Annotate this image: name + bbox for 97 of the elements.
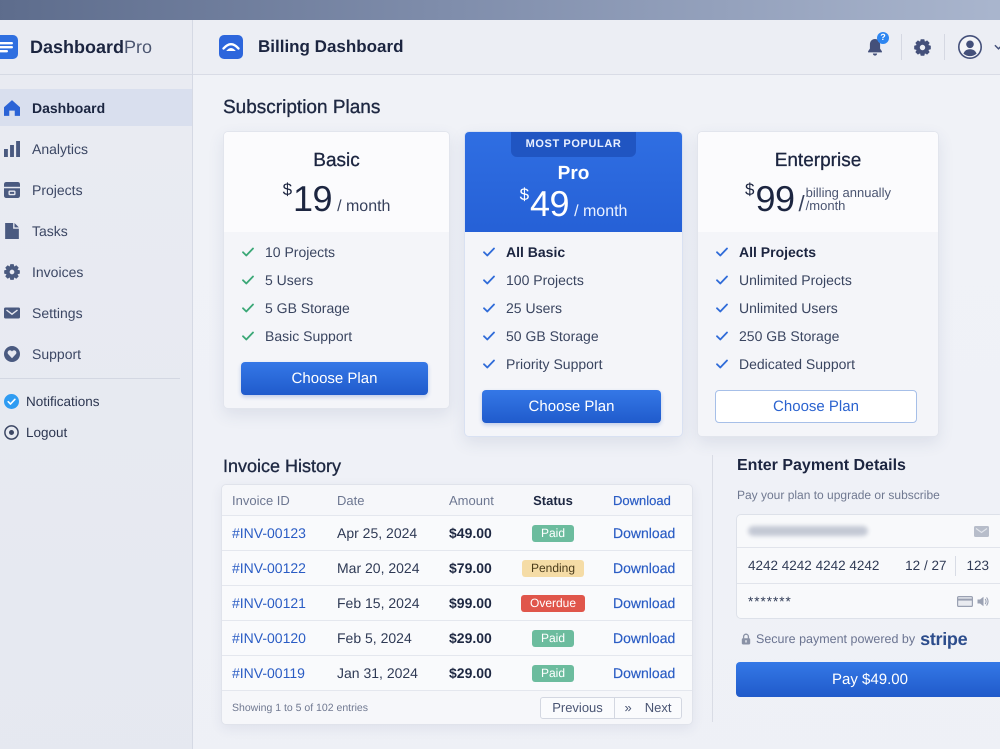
popular-tag: MOST POPULAR	[511, 132, 636, 157]
gear-icon	[4, 264, 20, 280]
nav-item[interactable]: Invoices	[0, 253, 192, 290]
app-logo-icon	[0, 35, 18, 59]
nav-item[interactable]: Analytics	[0, 130, 192, 167]
envelope-icon	[974, 526, 989, 536]
plan-price: $19/ month	[282, 181, 390, 217]
payment-brand-logo: stripe	[920, 628, 968, 650]
column-header: Amount	[449, 492, 494, 508]
cvc-field[interactable]: 123	[966, 558, 989, 573]
entries-summary: Showing 1 to 5 of 102 entries	[232, 702, 368, 714]
plan-name: Basic	[313, 150, 360, 172]
invoice-link[interactable]: #INV-00119	[232, 665, 305, 681]
column-header: Download	[613, 492, 671, 508]
notification-badge: ?	[877, 32, 889, 44]
bar-chart-icon	[4, 140, 20, 156]
download-link[interactable]: Download	[613, 525, 676, 541]
download-link[interactable]: Download	[613, 595, 676, 611]
pay-button[interactable]: Pay $49.00	[736, 662, 1000, 697]
heart-circle-icon	[4, 346, 20, 362]
lock-icon	[741, 633, 751, 645]
section-title: Enter Payment Details	[736, 456, 907, 476]
choose-plan-button[interactable]: Choose Plan	[715, 390, 917, 423]
feature-text: 250 GB Storage	[739, 328, 840, 344]
nav-item[interactable]: Projects	[0, 171, 192, 208]
feature-text: Dedicated Support	[739, 356, 855, 372]
invoice-date: Feb 15, 2024	[337, 595, 420, 611]
status-badge: Overdue	[520, 594, 586, 612]
download-link[interactable]: Download	[613, 630, 676, 646]
next-button[interactable]: » Next	[615, 696, 682, 718]
invoice-amount: $99.00	[449, 595, 492, 611]
invoice-link[interactable]: #INV-00121	[232, 595, 306, 611]
feature-text: Unlimited Users	[739, 300, 838, 316]
check-circle-icon	[4, 394, 19, 408]
app-name: DashboardPro	[30, 36, 152, 58]
envelope-icon	[4, 304, 20, 320]
column-header: Status	[533, 492, 573, 508]
expiry-field[interactable]: 12 / 27	[905, 558, 946, 573]
nav-item[interactable]: Support	[0, 335, 192, 372]
circle-dot-icon	[4, 424, 19, 440]
sidebar-link[interactable]: Logout	[0, 419, 192, 445]
plan-price: $49/ month	[520, 186, 628, 222]
card-number-field[interactable]: 4242 4242 4242 4242	[748, 558, 880, 573]
download-link[interactable]: Download	[613, 560, 676, 576]
invoice-date: Jan 31, 2024	[337, 665, 418, 681]
password-field[interactable]: *******	[737, 584, 1000, 618]
feature-text: 5 GB Storage	[265, 300, 350, 316]
feature-text: All Projects	[739, 244, 816, 260]
speaker-icon	[977, 596, 989, 606]
avatar-icon[interactable]	[958, 35, 982, 59]
invoice-date: Apr 25, 2024	[337, 525, 418, 541]
invoice-date: Feb 5, 2024	[337, 630, 412, 646]
feature-text: 10 Projects	[265, 244, 336, 260]
nav-item[interactable]: Dashboard	[0, 89, 192, 126]
status-badge: Paid	[532, 524, 574, 542]
column-header: Invoice ID	[232, 492, 290, 508]
status-badge: Paid	[532, 630, 574, 646]
section-title: Subscription Plans	[223, 97, 382, 119]
invoice-amount: $49.00	[449, 525, 492, 541]
invoice-date: Mar 20, 2024	[337, 560, 420, 576]
invoice-amount: $79.00	[449, 560, 492, 576]
plan-name: Pro	[558, 163, 590, 185]
invoice-link[interactable]: #INV-00123	[232, 525, 306, 541]
feature-text: 50 GB Storage	[506, 328, 599, 344]
feature-text: 5 Users	[265, 272, 314, 288]
status-badge: Pending	[522, 560, 584, 576]
home-icon	[4, 100, 20, 116]
choose-plan-button[interactable]: Choose Plan	[241, 362, 428, 395]
invoice-amount: $29.00	[449, 630, 492, 646]
payment-subtitle: Pay your plan to upgrade or subscribe	[736, 487, 941, 503]
plan-name: Enterprise	[774, 150, 862, 172]
nav-item[interactable]: Settings	[0, 294, 192, 331]
invoice-link[interactable]: #INV-00122	[232, 560, 306, 576]
eye-logo-icon	[219, 35, 243, 59]
status-badge: Paid	[532, 664, 574, 682]
bell-icon[interactable]	[867, 38, 883, 56]
section-title: Invoice History	[222, 455, 342, 477]
archive-box-icon	[4, 182, 20, 198]
credit-card-icon	[957, 596, 973, 606]
feature-text: All Basic	[506, 244, 566, 260]
secure-payment-note: Secure payment powered by	[756, 632, 916, 646]
column-header: Date	[337, 492, 364, 508]
feature-text: Basic Support	[265, 328, 352, 344]
download-link[interactable]: Download	[613, 665, 676, 681]
feature-text: Priority Support	[506, 356, 602, 372]
nav-item[interactable]: Tasks	[0, 212, 192, 249]
document-icon	[4, 222, 20, 238]
sidebar-link[interactable]: Notifications	[0, 388, 192, 414]
invoice-amount: $29.00	[449, 665, 492, 681]
feature-text: 25 Users	[506, 300, 562, 316]
choose-plan-button[interactable]: Choose Plan	[482, 390, 661, 423]
feature-text: Unlimited Projects	[739, 272, 852, 288]
feature-text: 100 Projects	[506, 272, 584, 288]
settings-icon[interactable]	[914, 38, 931, 56]
previous-button[interactable]: Previous	[540, 696, 615, 718]
page-title: Billing Dashboard	[258, 37, 404, 57]
invoice-link[interactable]: #INV-00120	[232, 630, 306, 646]
